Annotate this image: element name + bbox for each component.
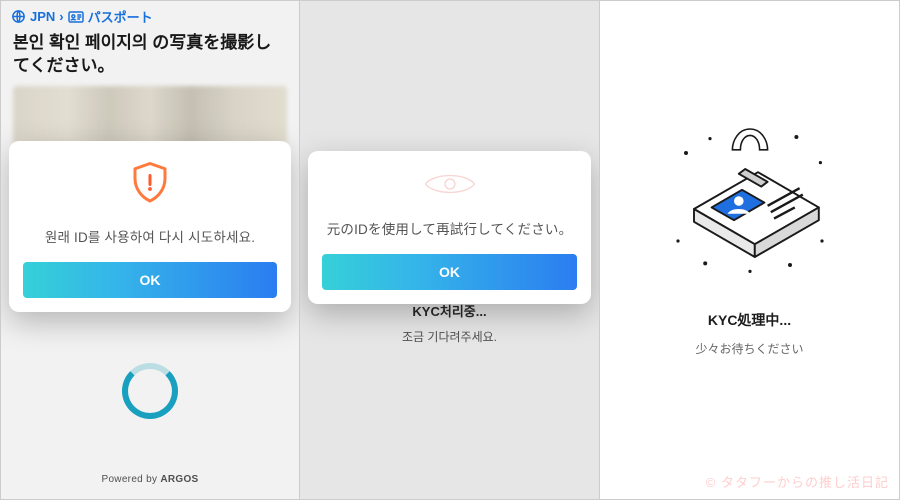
eye-icon	[422, 169, 478, 204]
error-modal: 元のIDを使用して再試行してください。 OK	[308, 151, 591, 304]
screen-id-verification: JPN › パスポート 본인 확인 페이지의 の写真を撮影してください。 Pow…	[0, 0, 300, 500]
processing-subtitle: 少々お待ちください	[695, 340, 803, 357]
error-message: 원래 ID를 사용하여 다시 시도하세요.	[45, 226, 255, 246]
screen-kyc-processing: KYC処理中... 少々お待ちください © タタフーからの推し活日記	[600, 0, 900, 500]
ok-button[interactable]: OK	[23, 262, 277, 298]
error-message: 元のIDを使用して再試行してください。	[327, 218, 573, 238]
id-card-illustration-icon	[660, 121, 840, 286]
processing-title: KYC処理中...	[708, 310, 791, 330]
watermark: © タタフーからの推し活日記	[706, 472, 889, 491]
error-modal: 원래 ID를 사용하여 다시 시도하세요. OK	[9, 141, 291, 312]
screen-retry-jp: KYC처리중... 조금 기다려주세요. 元のIDを使用して再試行してください。…	[300, 0, 600, 500]
ok-button[interactable]: OK	[322, 254, 577, 290]
panel3-content: KYC処理中... 少々お待ちください	[600, 1, 899, 499]
shield-warning-icon	[126, 159, 174, 212]
